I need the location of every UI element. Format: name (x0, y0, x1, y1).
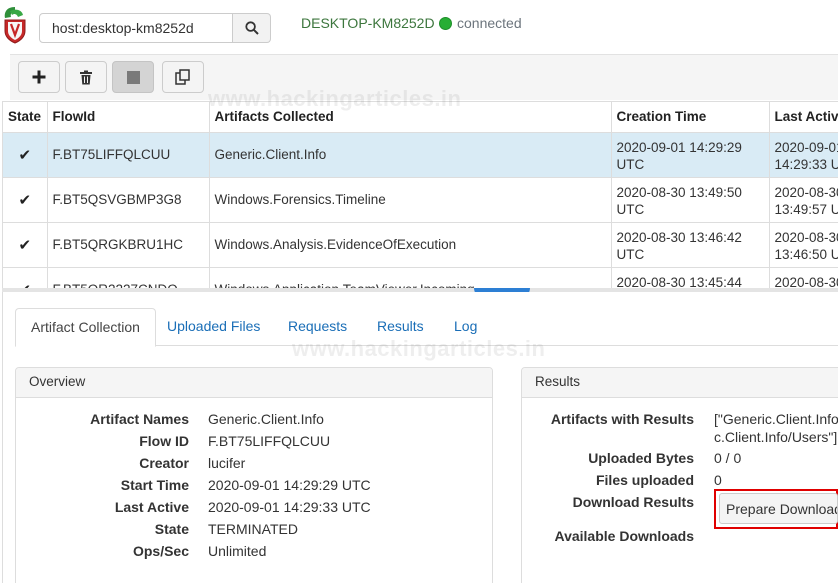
creation-time-cell: 2020-08-30 13:46:42 UTC (611, 222, 770, 268)
connection-status-label: connected (457, 15, 522, 31)
label-uploaded-bytes: Uploaded Bytes (588, 450, 694, 466)
plus-icon (32, 70, 46, 84)
state-cell: ✔ (3, 132, 48, 178)
client-hostname[interactable]: DESKTOP-KM8252D (301, 15, 435, 31)
copy-flow-button[interactable] (162, 61, 204, 93)
artifacts-cell: Windows.Application.TeamViewer.Incoming (209, 267, 612, 289)
table-row[interactable]: ✔ F.BT5QSVGBMP3G8 Windows.Forensics.Time… (3, 177, 838, 223)
value-flow-id: F.BT75LIFFQLCUU (208, 433, 331, 449)
tab-artifact-collection[interactable]: Artifact Collection (15, 308, 156, 347)
checkmark-icon: ✔ (18, 191, 32, 209)
label-artifact-names: Artifact Names (90, 411, 189, 427)
label-flow-id: Flow ID (139, 433, 189, 449)
value-artifact-names[interactable]: Generic.Client.Info (208, 411, 324, 427)
stop-flow-button[interactable] (112, 61, 154, 93)
creation-time-cell: 2020-08-30 13:45:44 UTC (611, 267, 770, 289)
label-files-uploaded: Files uploaded (595, 472, 694, 488)
artifacts-cell: Generic.Client.Info (209, 132, 612, 178)
column-header-state[interactable]: State (3, 102, 48, 133)
value-start-time: 2020-09-01 14:29:29 UTC (208, 477, 371, 493)
copy-icon (175, 69, 190, 85)
table-row[interactable]: ✔ F.BT75LIFFQLCUU Generic.Client.Info 20… (3, 132, 838, 178)
label-start-time: Start Time (120, 477, 189, 493)
velociraptor-client-flows-page: DESKTOP-KM8252D connected (0, 0, 838, 583)
label-available-downloads: Available Downloads (554, 528, 694, 544)
last-active-cell: 2020-08-30 13:49:57 UTC (769, 177, 838, 223)
search-button[interactable] (233, 13, 271, 43)
creation-time-cell: 2020-08-30 13:49:50 UTC (611, 177, 770, 223)
delete-flow-button[interactable] (65, 61, 107, 93)
label-state: State (154, 521, 189, 537)
trash-icon (80, 70, 92, 84)
flowid-cell: F.BT5QR2227CNDO (47, 267, 210, 289)
label-download-results: Download Results (572, 494, 694, 510)
search-icon (244, 21, 259, 35)
column-header-last-active[interactable]: Last Active (769, 102, 838, 133)
watermark-middle: www.hackingarticles.in (292, 336, 546, 361)
flowid-cell: F.BT75LIFFQLCUU (47, 132, 210, 178)
state-cell: ✔ (3, 267, 48, 289)
label-last-active: Last Active (114, 499, 189, 515)
column-header-creation-time[interactable]: Creation Time (611, 102, 770, 133)
prepare-download-button[interactable]: Prepare Download (719, 493, 838, 524)
status-dot-icon (439, 16, 452, 30)
column-header-flowid[interactable]: FlowId (47, 102, 210, 133)
stop-icon (126, 70, 140, 84)
last-active-cell: 2020-09-01 14:29:33 UTC (769, 132, 838, 178)
new-collection-button[interactable] (18, 61, 60, 93)
state-cell: ✔ (3, 177, 48, 223)
value-files-uploaded: 0 (714, 472, 722, 488)
creation-time-cell: 2020-09-01 14:29:29 UTC (611, 132, 770, 178)
value-artifacts-with-results-line1: ["Generic.Client.Info/B (714, 411, 838, 427)
label-artifacts-with-results: Artifacts with Results (550, 411, 694, 427)
connection-status: connected (439, 15, 522, 31)
flowid-cell: F.BT5QSVGBMP3G8 (47, 177, 210, 223)
value-state: TERMINATED (208, 521, 298, 537)
last-active-cell: 2020-08-30 13:46:50 UTC (769, 222, 838, 268)
overview-panel-title: Overview (16, 368, 492, 398)
flows-table: State FlowId Artifacts Collected Creatio… (3, 102, 838, 289)
flows-table-container[interactable]: State FlowId Artifacts Collected Creatio… (2, 101, 838, 289)
value-creator: lucifer (208, 455, 246, 471)
value-ops-sec: Unlimited (208, 543, 267, 559)
table-row[interactable]: ✔ F.BT5QR2227CNDO Windows.Application.Te… (3, 267, 838, 289)
value-last-active: 2020-09-01 14:29:33 UTC (208, 499, 371, 515)
artifacts-cell: Windows.Analysis.EvidenceOfExecution (209, 222, 612, 268)
value-artifacts-with-results-line2: c.Client.Info/Users"] (714, 429, 838, 445)
search-input[interactable] (39, 13, 233, 43)
artifacts-cell: Windows.Forensics.Timeline (209, 177, 612, 223)
velociraptor-logo[interactable] (2, 6, 28, 44)
state-cell: ✔ (3, 222, 48, 268)
table-row[interactable]: ✔ F.BT5QRGKBRU1HC Windows.Analysis.Evide… (3, 222, 838, 268)
label-creator: Creator (139, 455, 189, 471)
checkmark-icon: ✔ (18, 236, 32, 254)
results-panel-title: Results (522, 368, 838, 398)
tab-uploaded-files[interactable]: Uploaded Files (152, 308, 275, 346)
label-ops-sec: Ops/Sec (132, 543, 189, 559)
last-active-cell: 2020-08-30 13:45:50 UTC (769, 267, 838, 289)
value-uploaded-bytes: 0 / 0 (714, 450, 742, 466)
flowid-cell: F.BT5QRGKBRU1HC (47, 222, 210, 268)
checkmark-icon: ✔ (18, 146, 32, 164)
watermark-top: www.hackingarticles.in (208, 86, 462, 111)
client-search (39, 13, 271, 43)
